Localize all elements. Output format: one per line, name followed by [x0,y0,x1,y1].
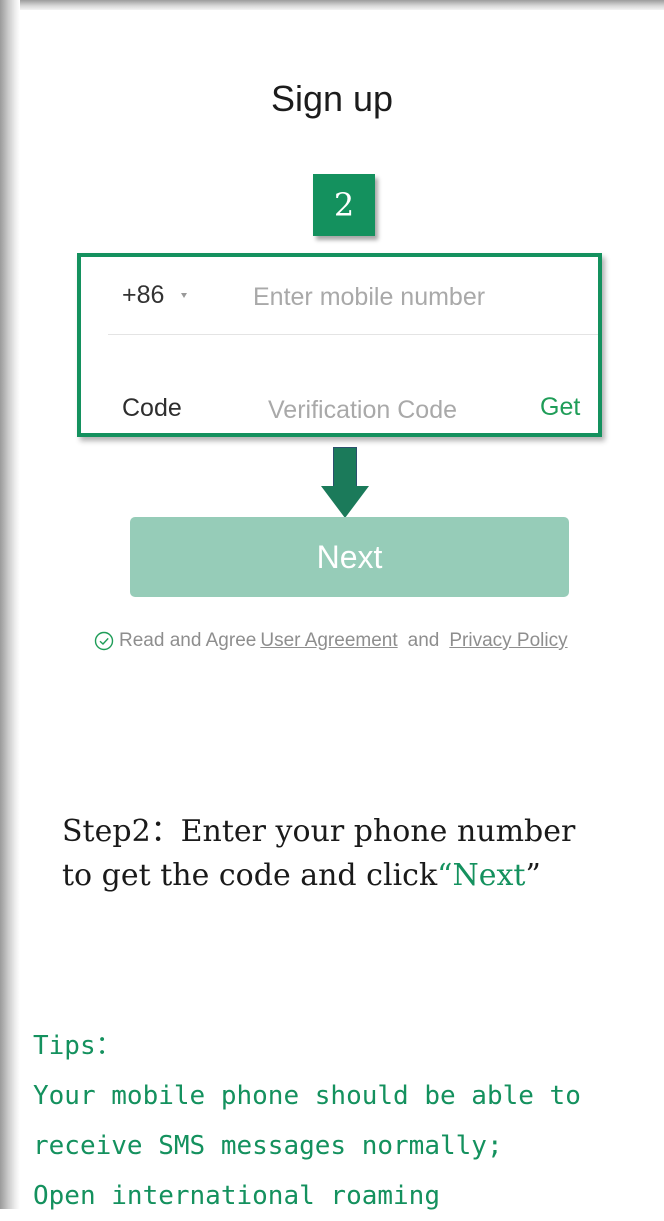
instruction-line-2-text: to get the code and click [62,858,438,893]
tips-heading: Tips： [33,1031,122,1061]
caret-down-icon[interactable] [181,293,187,298]
get-code-button[interactable]: Get [540,393,580,422]
arrow-head [321,486,369,518]
field-divider [108,334,598,335]
instruction-line-1: Step2：Enter your phone number [62,814,576,849]
agreement-row: Read and Agree User Agreement and Privac… [94,630,568,652]
tips-line: receive SMS messages normally; [33,1131,503,1161]
instruction-open-quote: “ [437,858,453,893]
next-button[interactable]: Next [130,517,569,597]
verification-code-input[interactable] [268,393,508,427]
privacy-policy-link[interactable]: Privacy Policy [449,630,567,652]
tips-line: Open international roaming [33,1181,440,1211]
code-label: Code [122,394,182,422]
page-title: Sign up [270,78,394,119]
country-code-selector[interactable]: +86 [122,281,164,310]
window-frame-left [0,0,20,1209]
agreement-conjunction: and [407,630,440,651]
step-number-badge: 2 [313,174,375,236]
step-instruction: Step2：Enter your phone number to get the… [62,810,575,898]
instruction-close-quote: ” [525,858,541,893]
instruction-line-2: to get the code and click“Next” [62,854,575,898]
check-circle-icon[interactable] [94,631,114,651]
mobile-number-input[interactable] [253,280,573,314]
agreement-text: Read and Agree [119,630,257,651]
user-agreement-link[interactable]: User Agreement [260,630,397,652]
tips-line: Your mobile phone should be able to [33,1081,581,1111]
window-frame-top [0,0,664,10]
signup-form-highlight: +86 Code Get [77,253,602,437]
arrow-shaft [333,447,357,488]
instruction-next-highlight: Next [452,858,526,893]
tips-section: Tips： Your mobile phone should be able t… [33,1021,581,1221]
